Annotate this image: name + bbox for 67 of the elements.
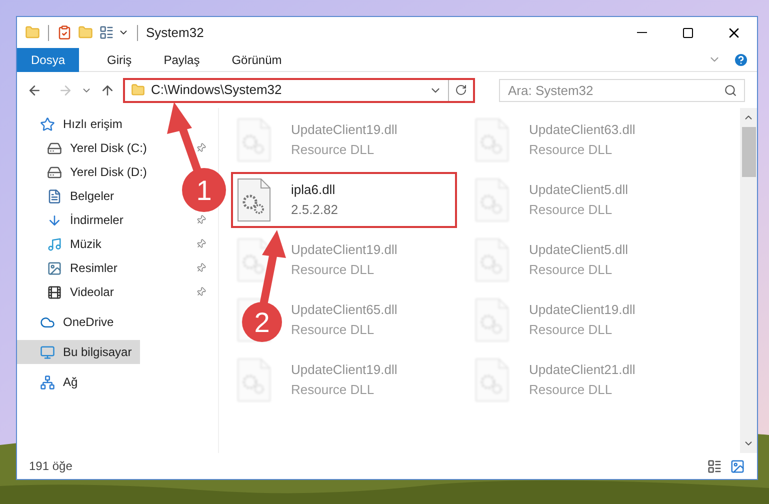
sidebar-item[interactable]: Belgeler (17, 184, 122, 208)
music-icon (47, 236, 62, 252)
file-gear-icon (237, 238, 271, 282)
drive-icon (47, 164, 62, 180)
back-icon[interactable] (27, 82, 42, 98)
search-icon (724, 84, 737, 96)
sidebar-item[interactable]: Videolar (17, 280, 122, 304)
file-gear-icon (475, 298, 509, 342)
address-path: C:\Windows\System32 (151, 81, 283, 100)
picture-icon (47, 260, 62, 276)
file-gear-icon (237, 358, 271, 402)
help-icon[interactable] (733, 52, 749, 68)
ribbon-tab[interactable]: Paylaş (148, 48, 216, 72)
file-detail: 2.5.2.82 (291, 200, 338, 218)
sidebar-item[interactable]: Resimler (17, 256, 126, 280)
refresh-icon[interactable] (455, 84, 467, 96)
details-view-icon[interactable] (707, 458, 722, 474)
maximize-icon (682, 26, 694, 38)
file-gear-icon (475, 118, 509, 162)
ribbon-tab[interactable]: Giriş (91, 48, 148, 72)
sidebar-item[interactable]: Yerel Disk (D:) (17, 160, 155, 184)
up-icon[interactable] (100, 82, 115, 98)
film-icon (47, 284, 62, 300)
monitor-icon (40, 344, 55, 360)
document-icon (47, 188, 62, 204)
file-detail: Resource DLL (529, 260, 614, 278)
ribbon-tab[interactable]: Dosya (17, 48, 80, 72)
sidebar-item[interactable]: İndirmeler (17, 208, 132, 232)
step-badge: 1 (182, 168, 226, 212)
file-detail: Resource DLL (291, 260, 376, 278)
sidebar-item[interactable]: Ağ (17, 370, 86, 394)
scrollbar[interactable] (740, 108, 757, 453)
star-icon (40, 116, 55, 132)
properties-icon[interactable] (57, 25, 72, 40)
file-detail: Resource DLL (529, 140, 614, 158)
step-badge: 2 (242, 302, 282, 342)
file-detail: Resource DLL (291, 320, 376, 338)
search-field[interactable]: Ara: System32 (499, 78, 745, 102)
sidebar-item[interactable]: Hızlı erişim (17, 112, 130, 136)
file-gear-icon (475, 178, 509, 222)
sidebar-item[interactable]: Yerel Disk (C:) (17, 136, 155, 160)
file-gear-icon (237, 178, 271, 222)
window-title: System32 (146, 24, 204, 42)
drive-icon (47, 140, 62, 156)
file-detail: Resource DLL (529, 380, 614, 398)
sidebar-item[interactable]: OneDrive (17, 310, 122, 334)
ribbon-tab[interactable]: Görünüm (216, 48, 298, 72)
address-bar[interactable]: C:\Windows\System32 (123, 78, 475, 102)
file-name[interactable]: ipla6.dll (291, 180, 338, 200)
file-detail: Resource DLL (291, 380, 376, 398)
file-detail: Resource DLL (529, 320, 614, 338)
file-gear-icon (237, 118, 271, 162)
sidebar-item[interactable]: Müzik (17, 232, 110, 256)
view-icon[interactable] (99, 25, 114, 40)
folder-icon (131, 83, 145, 97)
minimize-icon (637, 32, 647, 33)
download-icon (47, 212, 62, 228)
item-count: 191 öğe (29, 458, 72, 475)
file-gear-icon (475, 358, 509, 402)
file-gear-icon (475, 238, 509, 282)
scroll-thumb[interactable] (742, 127, 756, 177)
sidebar-item[interactable]: Bu bilgisayar (17, 340, 140, 364)
file-detail: Resource DLL (529, 200, 614, 218)
file-detail: Resource DLL (291, 140, 376, 158)
large-icons-view-icon[interactable] (730, 458, 745, 474)
network-icon (40, 374, 55, 390)
cloud-icon (40, 314, 55, 330)
